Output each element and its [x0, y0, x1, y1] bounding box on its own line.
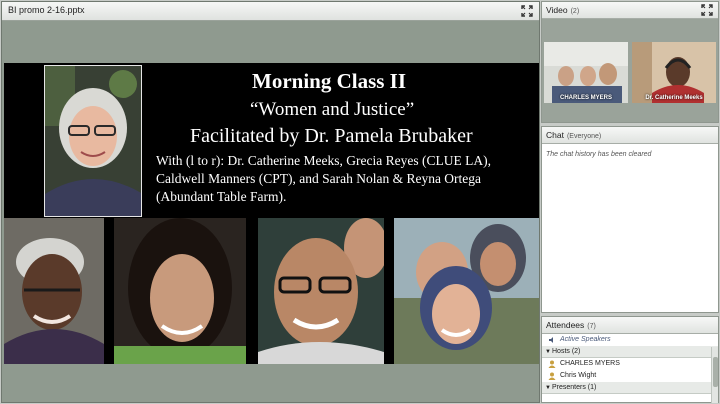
- chat-pod: Chat (Everyone) The chat history has been…: [541, 126, 719, 313]
- host-user-icon: [548, 372, 556, 380]
- connect-meeting-window: BI promo 2-16.pptx Morning Class II “Wom…: [0, 0, 720, 404]
- fullscreen-icon[interactable]: [701, 4, 713, 16]
- host-user-icon: [548, 360, 556, 368]
- photo-grecia-reyes: [114, 218, 246, 364]
- chevron-down-icon: ▼: [545, 385, 551, 391]
- fullscreen-icon[interactable]: [521, 5, 533, 17]
- attendees-pod: Attendees (7) Active Speakers ▼ Hosts (2)…: [541, 316, 719, 403]
- video-label: CHARLES MYERS: [559, 95, 612, 101]
- attendee-name: Chris Wight: [560, 372, 597, 379]
- share-pod: BI promo 2-16.pptx Morning Class II “Wom…: [1, 1, 540, 403]
- presentation-slide: Morning Class II “Women and Justice” Fac…: [4, 63, 539, 364]
- active-speakers-label: Active Speakers: [560, 336, 611, 343]
- slide-description: With (l to r): Dr. Catherine Meeks, Grec…: [156, 153, 491, 204]
- photo-catherine-meeks: [4, 218, 104, 364]
- presenters-label: Presenters (1): [552, 384, 597, 391]
- video-pod: Video (2) CHARLES MYERS Dr. Catherine Mee…: [541, 1, 719, 123]
- video-pod-title: Video: [546, 5, 568, 15]
- hosts-section[interactable]: ▼ Hosts (2): [542, 346, 718, 358]
- video-feed-catherine-meeks[interactable]: Dr. Catherine Meeks: [632, 42, 716, 103]
- chat-pod-title: Chat: [546, 130, 564, 140]
- attendee-row[interactable]: Chris Wight: [542, 370, 718, 382]
- chat-pod-header: Chat (Everyone): [542, 127, 718, 144]
- facilitator-portrait: [44, 65, 142, 217]
- active-speakers-row[interactable]: Active Speakers: [542, 334, 718, 346]
- slide-facilitator: Facilitated by Dr. Pamela Brubaker: [190, 125, 473, 147]
- video-pod-header: Video (2): [542, 2, 718, 19]
- photo-caldwell-manners: [258, 218, 384, 364]
- chevron-down-icon: ▼: [545, 349, 551, 355]
- hosts-label: Hosts (2): [552, 348, 581, 355]
- chat-scope: (Everyone): [566, 133, 602, 140]
- attendee-name: CHARLES MYERS: [560, 360, 620, 367]
- attendees-count: (7): [587, 323, 596, 330]
- video-label: Dr. Catherine Meeks: [645, 95, 703, 101]
- video-feed-charles-myers[interactable]: CHARLES MYERS: [544, 42, 628, 103]
- slide-subtitle: “Women and Justice”: [250, 99, 415, 120]
- attendees-pod-title: Attendees: [546, 320, 585, 330]
- slide-title: Morning Class II: [252, 69, 407, 93]
- speaker-icon: [548, 336, 556, 344]
- share-pod-title: BI promo 2-16.pptx: [8, 5, 85, 15]
- share-pod-header: BI promo 2-16.pptx: [2, 2, 539, 21]
- scroll-thumb[interactable]: [713, 357, 718, 387]
- video-count: (2): [570, 8, 580, 15]
- chat-message: The chat history has been cleared: [546, 151, 652, 158]
- attendees-pod-header: Attendees (7): [542, 317, 718, 334]
- attendee-row[interactable]: CHARLES MYERS: [542, 358, 718, 370]
- attendees-scrollbar[interactable]: [711, 347, 718, 403]
- photo-sarah-nolan-reyna-ortega: [394, 218, 539, 364]
- presenters-section[interactable]: ▼ Presenters (1): [542, 382, 718, 394]
